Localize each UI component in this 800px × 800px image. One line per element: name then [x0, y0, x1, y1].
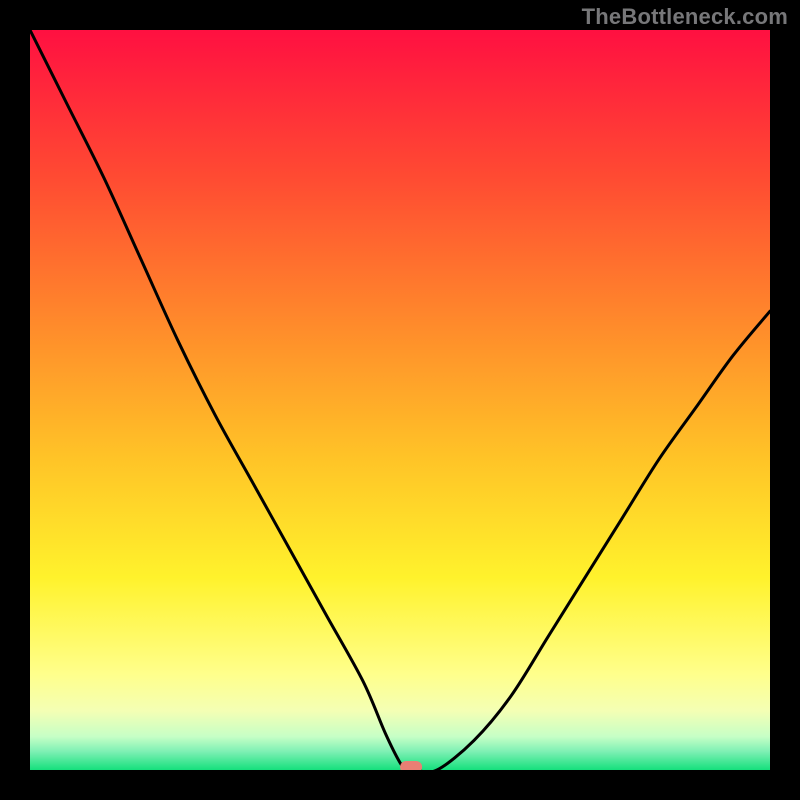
watermark-text: TheBottleneck.com: [582, 4, 788, 30]
bottleneck-chart: [30, 30, 770, 770]
chart-svg: [30, 30, 770, 770]
chart-frame: TheBottleneck.com: [0, 0, 800, 800]
chart-background: [30, 30, 770, 770]
optimal-marker: [400, 761, 422, 770]
